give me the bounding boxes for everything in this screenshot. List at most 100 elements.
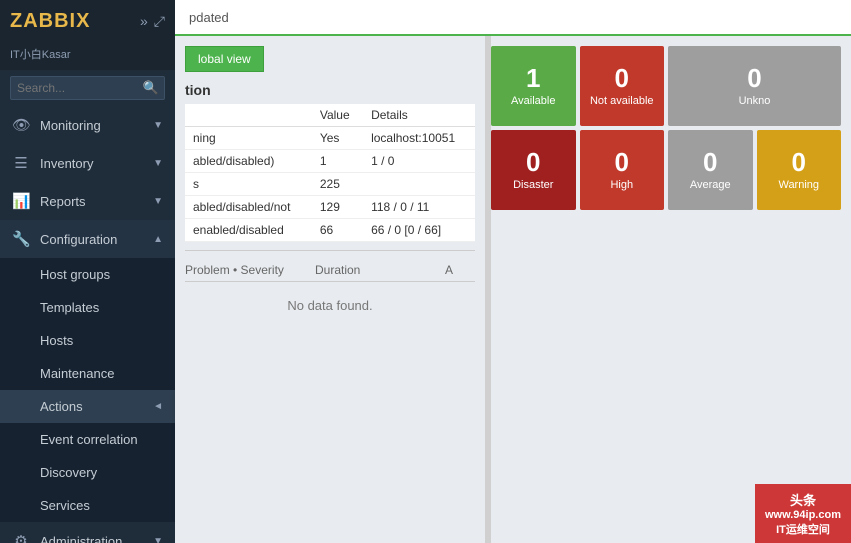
tile-unknown: 0 Unkno: [668, 46, 841, 126]
row-value-2: 1: [312, 150, 363, 173]
collapse-icon[interactable]: »: [140, 13, 148, 29]
sidebar-item-reports[interactable]: 📊 Reports ▼: [0, 182, 175, 220]
row-value-4: 129: [312, 196, 363, 219]
row-label-5: enabled/disabled: [185, 219, 312, 242]
table-row: abled/disabled) 1 1 / 0: [185, 150, 475, 173]
sidebar-item-actions-container: Actions ◄ Trigger actions Discovery acti…: [0, 390, 175, 423]
reports-label: Reports: [40, 194, 143, 209]
severity-tiles: 0 Disaster 0 High 0 Average 0 Warning: [491, 130, 841, 210]
tile-not-available: 0 Not available: [580, 46, 665, 126]
sidebar-nav: 👁 Monitoring ▼ ☰ Inventory ▼ 📊 Reports ▼…: [0, 106, 175, 543]
row-label-2: abled/disabled): [185, 150, 312, 173]
sidebar-item-hosts[interactable]: Hosts: [0, 324, 175, 357]
table-row: ning Yes localhost:10051: [185, 127, 475, 150]
monitoring-label: Monitoring: [40, 118, 143, 133]
sidebar-item-inventory[interactable]: ☰ Inventory ▼: [0, 144, 175, 182]
sidebar-item-host-groups[interactable]: Host groups: [0, 258, 175, 291]
table-row: s 225: [185, 173, 475, 196]
row-details-2: 1 / 0: [363, 150, 475, 173]
actions-submenu-arrow: ◄: [153, 401, 163, 412]
tile-not-available-label: Not available: [590, 95, 654, 107]
tile-not-available-num: 0: [615, 65, 629, 91]
tile-available-num: 1: [526, 65, 540, 91]
reports-icon: 📊: [12, 192, 30, 210]
problems-col-a: A: [445, 263, 475, 277]
configuration-arrow: ▲: [153, 234, 163, 245]
sidebar-item-monitoring[interactable]: 👁 Monitoring ▼: [0, 106, 175, 144]
tile-disaster-label: Disaster: [513, 179, 553, 191]
table-row: enabled/disabled 66 66 / 0 [0 / 66]: [185, 219, 475, 242]
sidebar-item-configuration[interactable]: 🔧 Configuration ▲: [0, 220, 175, 258]
monitoring-arrow: ▼: [153, 120, 163, 131]
tile-available: 1 Available: [491, 46, 576, 126]
main-content: lobal view tion Value Details ning Yes: [175, 36, 851, 543]
col-details: Details: [363, 104, 475, 127]
tile-disaster-num: 0: [526, 149, 540, 175]
sidebar-item-services[interactable]: Services: [0, 489, 175, 522]
sidebar-item-actions[interactable]: Actions ◄: [0, 390, 175, 423]
sidebar-item-templates[interactable]: Templates: [0, 291, 175, 324]
inventory-icon: ☰: [12, 154, 30, 172]
configuration-icon: 🔧: [12, 230, 30, 248]
row-value-5: 66: [312, 219, 363, 242]
row-details-3: [363, 173, 475, 196]
problems-header: Problem • Severity Duration A: [185, 259, 475, 282]
tile-warning-num: 0: [792, 149, 806, 175]
row-label-1: ning: [185, 127, 312, 150]
problems-col-duration: Duration: [315, 263, 445, 277]
tile-warning-label: Warning: [778, 179, 819, 191]
tile-high-num: 0: [615, 149, 629, 175]
sidebar-user: IT小白Kasar: [0, 42, 175, 70]
tab-global-view[interactable]: lobal view: [185, 46, 264, 72]
availability-top-tiles: 1 Available 0 Not available 0 Unkno: [491, 46, 841, 126]
tile-available-label: Available: [511, 95, 555, 107]
row-label-3: s: [185, 173, 312, 196]
sidebar-item-maintenance[interactable]: Maintenance: [0, 357, 175, 390]
administration-label: Administration: [40, 534, 143, 543]
tile-high-label: High: [610, 179, 633, 191]
row-label-4: abled/disabled/not: [185, 196, 312, 219]
search-icon: 🔍: [143, 80, 159, 96]
logo: ZABBIX: [10, 10, 90, 33]
inventory-label: Inventory: [40, 156, 143, 171]
row-details-4: 118 / 0 / 11: [363, 196, 475, 219]
tile-average-label: Average: [690, 179, 731, 191]
info-table: Value Details ning Yes localhost:10051 a…: [185, 104, 475, 242]
tile-warning: 0 Warning: [757, 130, 842, 210]
configuration-label: Configuration: [40, 232, 143, 247]
reports-arrow: ▼: [153, 196, 163, 207]
administration-arrow: ▼: [153, 536, 163, 543]
tile-high: 0 High: [580, 130, 665, 210]
no-data-message: No data found.: [185, 282, 475, 329]
actions-label: Actions: [40, 399, 83, 414]
configuration-submenu: Host groups Templates Hosts Maintenance …: [0, 258, 175, 522]
tab-bar: lobal view: [185, 46, 475, 72]
search-input[interactable]: [10, 76, 165, 100]
row-value-1: Yes: [312, 127, 363, 150]
sidebar-search-container: 🔍: [0, 70, 175, 106]
section-title: tion: [185, 82, 475, 98]
sidebar-item-event-correlation[interactable]: Event correlation: [0, 423, 175, 456]
row-details-5: 66 / 0 [0 / 66]: [363, 219, 475, 242]
main-right-panel: 1 Available 0 Not available 0 Unkno 0 Di…: [491, 36, 851, 543]
sidebar: ZABBIX » ⤢ IT小白Kasar 🔍 👁 Monitoring ▼ ☰ …: [0, 0, 175, 543]
tile-average-num: 0: [703, 149, 717, 175]
sidebar-item-discovery[interactable]: Discovery: [0, 456, 175, 489]
main-content-area: pdated lobal view tion Value Details: [175, 0, 851, 543]
col-label: [185, 104, 312, 127]
divider: [185, 250, 475, 251]
administration-icon: ⚙: [12, 532, 30, 543]
sidebar-header-icons: » ⤢: [140, 13, 165, 30]
tile-unknown-num: 0: [747, 65, 761, 91]
topbar-text: pdated: [189, 10, 229, 25]
sidebar-item-administration[interactable]: ⚙ Administration ▼: [0, 522, 175, 543]
topbar: pdated: [175, 0, 851, 36]
expand-icon[interactable]: ⤢: [154, 13, 165, 30]
tile-disaster: 0 Disaster: [491, 130, 576, 210]
monitoring-icon: 👁: [12, 116, 30, 134]
inventory-arrow: ▼: [153, 158, 163, 169]
tile-unknown-label: Unkno: [739, 95, 771, 107]
row-details-1: localhost:10051: [363, 127, 475, 150]
row-value-3: 225: [312, 173, 363, 196]
col-value: Value: [312, 104, 363, 127]
